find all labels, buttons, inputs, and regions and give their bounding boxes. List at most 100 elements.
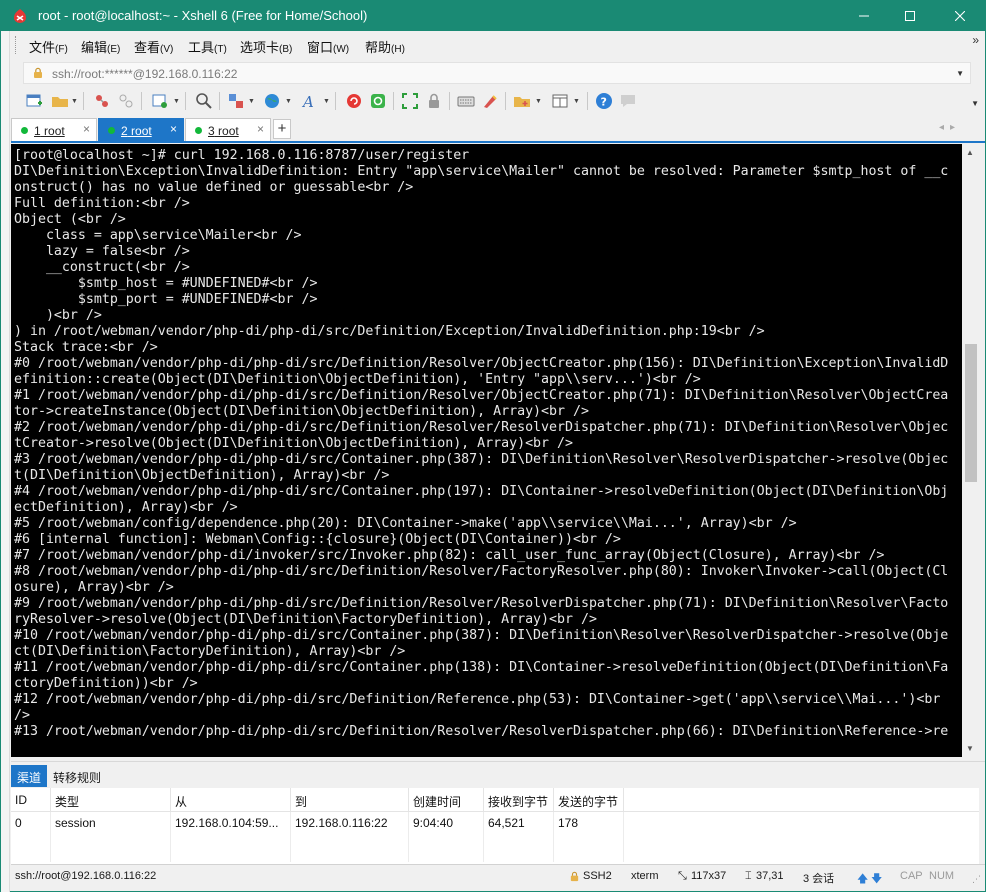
menu-grip — [15, 36, 18, 54]
column-received[interactable]: 接收到字节 — [484, 788, 554, 812]
disconnect-icon[interactable] — [93, 92, 111, 110]
toolbar-separator — [587, 92, 588, 110]
properties-icon[interactable] — [151, 92, 169, 110]
tab-scroll-arrows-icon[interactable]: ◂▸ — [939, 122, 961, 133]
fullscreen-icon[interactable] — [401, 92, 419, 110]
font-dropdown-icon[interactable]: ▼ — [323, 98, 330, 105]
toolbar-separator — [505, 92, 506, 110]
tab-channels[interactable]: 渠道 — [11, 765, 48, 787]
status-sessions[interactable]: 3 会话 — [803, 870, 834, 886]
new-tab-button[interactable]: + — [273, 119, 291, 139]
cell-type: session — [51, 812, 171, 862]
menu-edit[interactable]: 编辑(E) — [81, 37, 120, 56]
open-folder-icon[interactable] — [51, 92, 69, 110]
title-bar[interactable]: root - root@localhost:~ - Xshell 6 (Free… — [1, 1, 985, 31]
menu-tools[interactable]: 工具(T) — [188, 37, 227, 56]
table-row[interactable]: 0 session 192.168.0.104:59... 192.168.0.… — [11, 812, 979, 862]
transfer-icon[interactable] — [227, 92, 245, 110]
layout-icon[interactable] — [551, 92, 569, 110]
toolbar-separator — [219, 92, 220, 110]
keyboard-icon[interactable] — [457, 92, 475, 110]
add-folder-icon[interactable] — [513, 92, 531, 110]
tab-transfer-rules[interactable]: 转移规则 — [47, 765, 107, 787]
tab-close-icon[interactable]: × — [83, 122, 90, 136]
connected-status-icon — [21, 127, 28, 134]
tab-label: root — [214, 124, 239, 138]
terminal-output[interactable]: [root@localhost ~]# curl 192.168.0.116:8… — [11, 144, 962, 757]
close-icon — [955, 11, 965, 21]
lock-icon — [570, 871, 579, 882]
tab-label: root — [40, 124, 65, 138]
status-connection: ssh://root@192.168.0.116:22 — [15, 870, 157, 882]
help-icon[interactable]: ? — [595, 92, 613, 110]
session-down-arrow-icon[interactable]: 🡇 — [871, 870, 882, 889]
lock-icon[interactable] — [425, 92, 443, 110]
menu-window[interactable]: 窗口(W) — [307, 37, 349, 56]
status-size: 117x37 — [691, 870, 727, 882]
xshell-logo-icon — [14, 9, 26, 23]
new-session-icon[interactable] — [25, 92, 43, 110]
address-dropdown-icon[interactable]: ▼ — [956, 69, 964, 78]
session-up-arrow-icon[interactable]: 🡅 — [857, 870, 868, 889]
background-window-edge — [1, 31, 10, 892]
tab-session-3[interactable]: 3 root × — [185, 118, 271, 141]
cell-created: 9:04:40 — [409, 812, 484, 862]
xshell-window: root - root@localhost:~ - Xshell 6 (Free… — [0, 0, 986, 892]
maximize-button[interactable] — [887, 1, 933, 31]
toolbar-separator — [393, 92, 394, 110]
table-header: ID 类型 从 到 创建时间 接收到字节 发送的字节 — [11, 788, 979, 812]
bottom-panel-tabs: 渠道 转移规则 — [11, 761, 985, 787]
properties-dropdown-icon[interactable]: ▼ — [173, 98, 180, 105]
xftp-icon[interactable] — [345, 92, 363, 110]
svg-text:A: A — [301, 93, 314, 110]
scroll-down-icon[interactable]: ▼ — [966, 744, 974, 753]
toolbar-separator — [83, 92, 84, 110]
globe-dropdown-icon[interactable]: ▼ — [285, 98, 292, 105]
session-tab-bar: 1 root × 2 root × 3 root × + ◂▸ — [11, 118, 985, 143]
tab-number: 2 — [121, 124, 128, 138]
find-icon[interactable] — [195, 92, 213, 110]
menu-file[interactable]: 文件(F) — [29, 37, 68, 56]
close-button[interactable] — [937, 1, 983, 31]
menu-help[interactable]: 帮助(H) — [365, 37, 405, 56]
tab-close-icon[interactable]: × — [170, 122, 177, 136]
layout-dropdown-icon[interactable]: ▼ — [573, 98, 580, 105]
status-bar: ssh://root@192.168.0.116:22 SSH2 xterm ⤡… — [11, 864, 985, 888]
column-to[interactable]: 到 — [291, 788, 409, 812]
scrollbar-thumb[interactable] — [965, 344, 977, 482]
column-created[interactable]: 创建时间 — [409, 788, 484, 812]
address-field[interactable]: ssh://root:******@192.168.0.116:22 ▼ — [23, 62, 971, 84]
tab-session-1[interactable]: 1 root × — [11, 118, 97, 141]
tab-session-2[interactable]: 2 root × — [98, 118, 184, 143]
menu-overflow-chevron-icon[interactable]: » — [972, 33, 979, 47]
column-sent[interactable]: 发送的字节 — [554, 788, 624, 812]
add-folder-dropdown-icon[interactable]: ▼ — [535, 98, 542, 105]
cell-received: 64,521 — [484, 812, 554, 862]
open-dropdown-icon[interactable]: ▼ — [71, 98, 78, 105]
resize-grip-icon[interactable]: ⋰ — [972, 874, 981, 885]
toolbar-overflow-icon[interactable]: ▼ — [971, 99, 979, 108]
column-type[interactable]: 类型 — [51, 788, 171, 812]
window-title: root - root@localhost:~ - Xshell 6 (Free… — [38, 8, 368, 23]
toolbar: ▼ ▼ ▼ ▼ A ▼ ▼ ▼ ? ▼ — [11, 87, 985, 115]
cell-sent: 178 — [554, 812, 624, 862]
terminal-scrollbar[interactable]: ▲ ▼ — [962, 144, 980, 757]
scroll-up-icon[interactable]: ▲ — [966, 148, 974, 157]
column-id[interactable]: ID — [11, 788, 51, 812]
reconnect-icon[interactable] — [117, 92, 135, 110]
status-cursor: 37,31 — [756, 870, 784, 882]
menu-view[interactable]: 查看(V) — [134, 37, 173, 56]
column-from[interactable]: 从 — [171, 788, 291, 812]
font-icon[interactable]: A — [301, 92, 319, 110]
status-protocol: SSH2 — [583, 870, 612, 882]
terminal-size-icon: ⤡ — [678, 870, 687, 882]
transfer-dropdown-icon[interactable]: ▼ — [248, 98, 255, 105]
highlight-icon[interactable] — [481, 92, 499, 110]
cell-from: 192.168.0.104:59... — [171, 812, 291, 862]
minimize-button[interactable] — [841, 1, 887, 31]
globe-icon[interactable] — [263, 92, 281, 110]
menu-tabs[interactable]: 选项卡(B) — [240, 37, 292, 56]
xshell-green-icon[interactable] — [369, 92, 387, 110]
tab-close-icon[interactable]: × — [257, 122, 264, 136]
chat-icon[interactable] — [619, 92, 637, 110]
